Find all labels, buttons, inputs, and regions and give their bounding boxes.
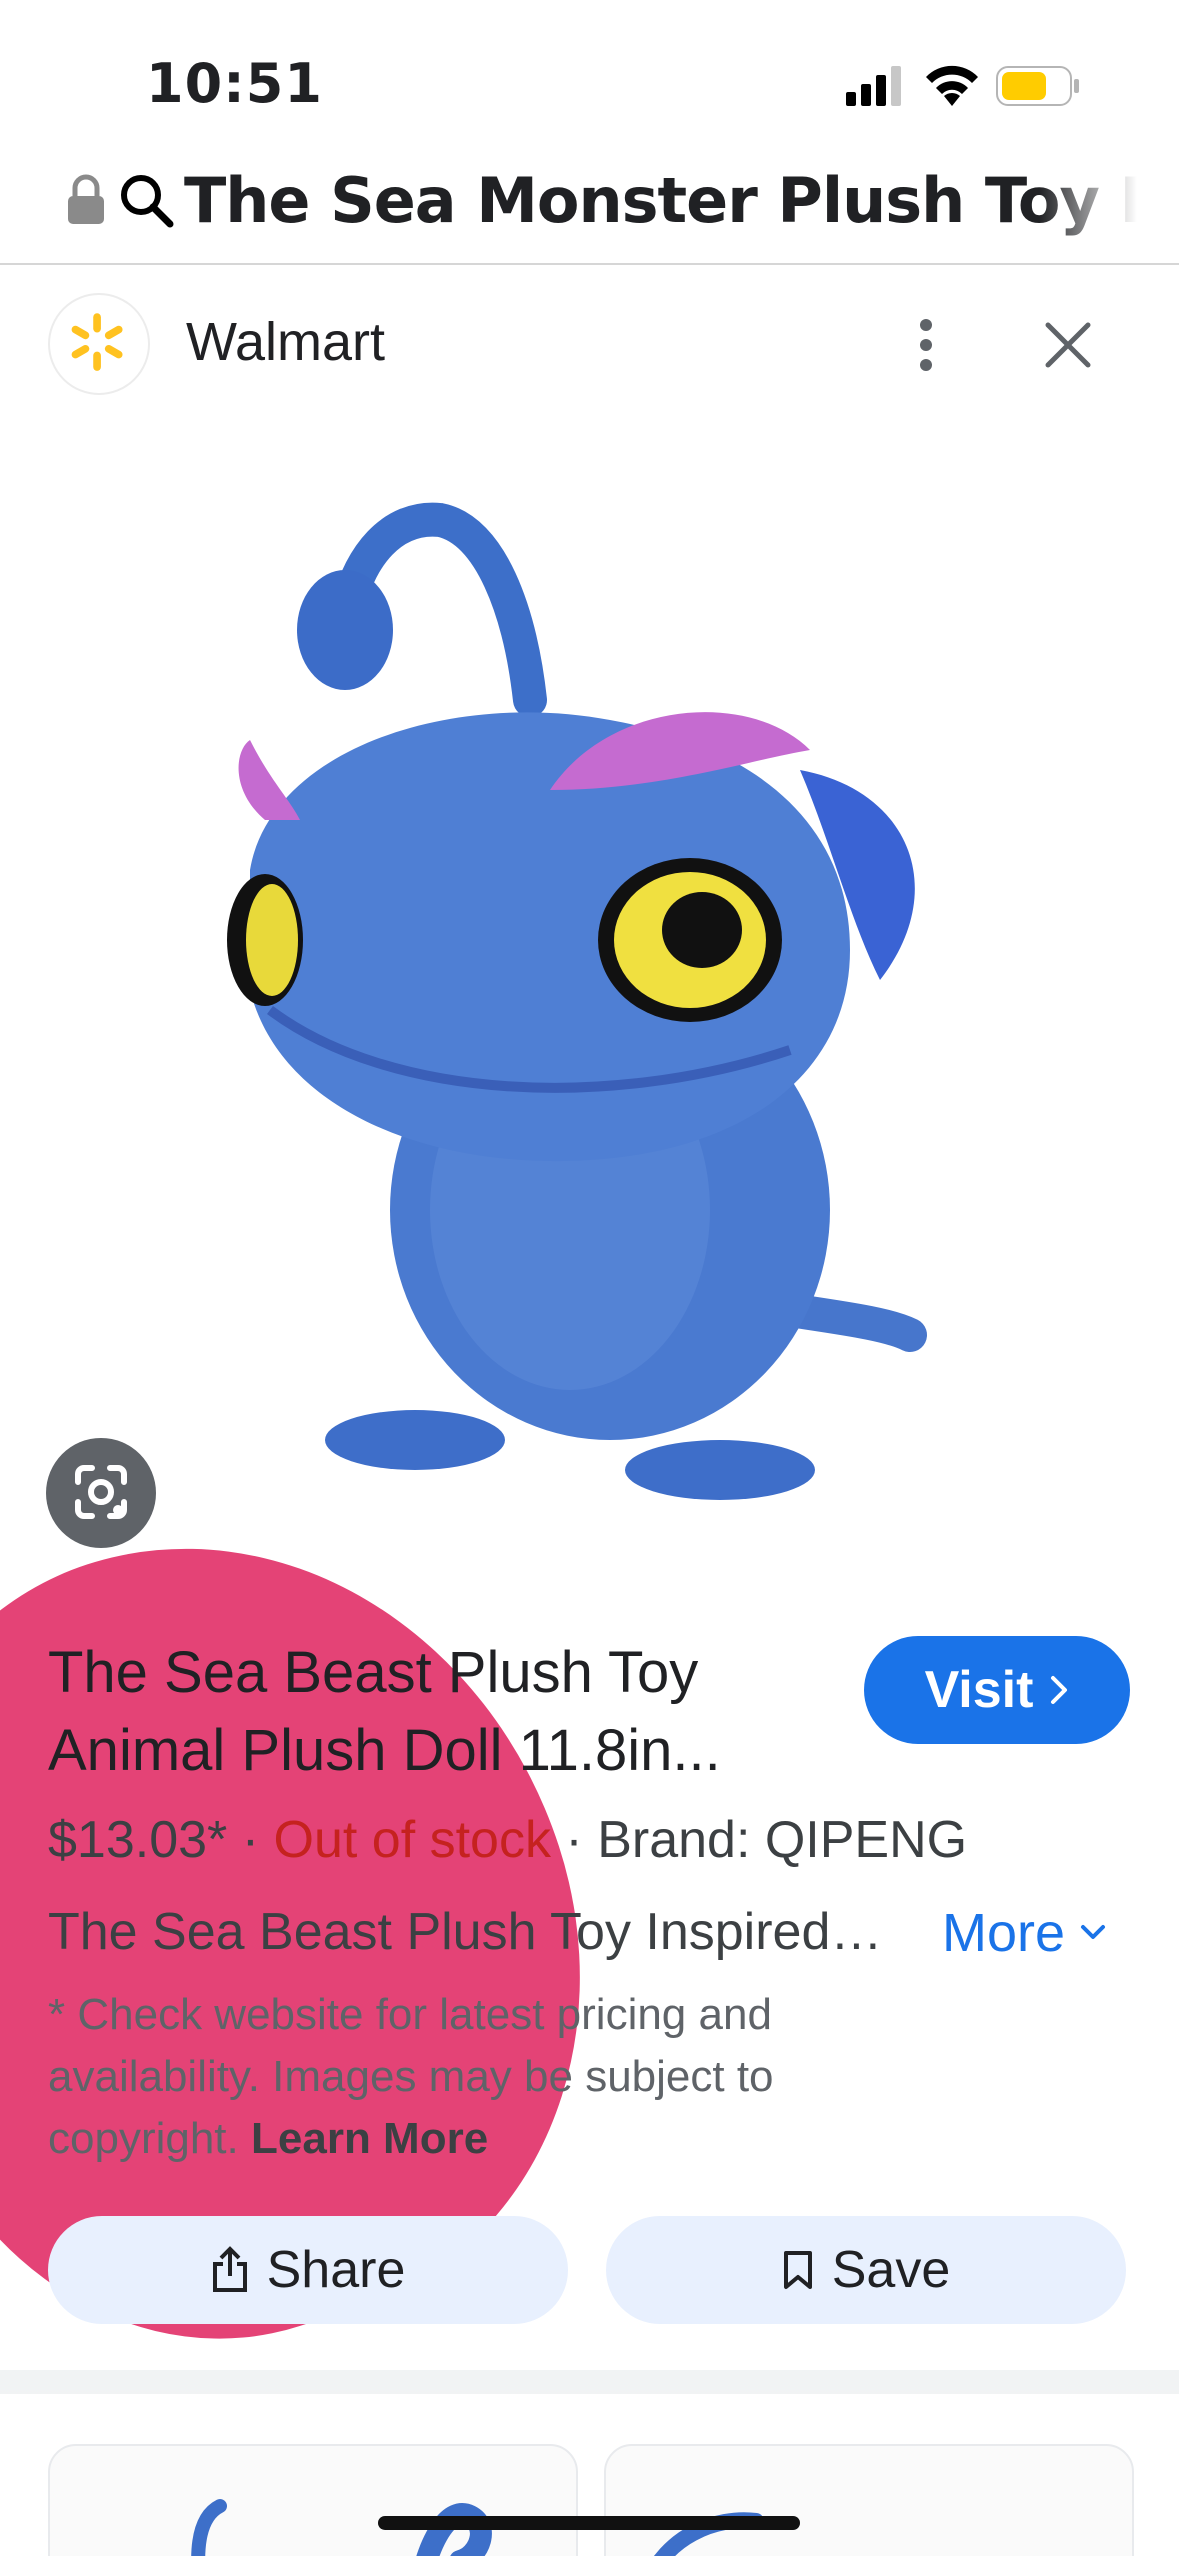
section-divider xyxy=(0,2370,1179,2394)
product-title-line2: Animal Plush Doll 11.8in... xyxy=(48,1718,721,1783)
related-product-image xyxy=(191,2499,492,2556)
url-fade xyxy=(1039,150,1179,263)
chevron-right-icon xyxy=(1051,1676,1068,1704)
more-button[interactable]: More xyxy=(942,1902,1107,1964)
price-row: $13.03* · Out of stock · Brand: QIPENG xyxy=(48,1810,967,1870)
separator: · xyxy=(550,1811,598,1869)
cellular-signal-icon xyxy=(846,66,901,106)
related-result-card[interactable] xyxy=(48,2444,578,2556)
lens-search-button[interactable] xyxy=(46,1438,156,1548)
battery-icon xyxy=(996,66,1079,106)
status-bar: 10:51 xyxy=(0,0,1179,150)
source-name[interactable]: Walmart xyxy=(186,311,385,373)
walmart-logo[interactable] xyxy=(48,293,150,395)
bookmark-icon xyxy=(783,2251,812,2289)
product-image[interactable] xyxy=(190,490,950,1520)
product-title-line1: The Sea Beast Plush Toy xyxy=(48,1640,699,1705)
walmart-spark-icon xyxy=(71,313,123,371)
save-button[interactable]: Save xyxy=(606,2216,1126,2324)
more-vert-icon[interactable] xyxy=(906,317,946,373)
description-row: The Sea Beast Plush Toy Inspired… More xyxy=(48,1902,1138,1972)
visit-label: Visit xyxy=(924,1661,1034,1719)
search-icon xyxy=(121,175,174,228)
description-text: The Sea Beast Plush Toy Inspired… xyxy=(48,1903,883,1961)
disclaimer: * Check website for latest pricing and a… xyxy=(48,1984,948,2170)
home-indicator[interactable] xyxy=(378,2516,800,2530)
related-product-image xyxy=(654,2512,764,2556)
learn-more-link[interactable]: Learn More xyxy=(251,2114,488,2163)
source-header: Walmart xyxy=(0,267,1179,417)
address-bar[interactable]: The Sea Monster Plush Toy Blue xyxy=(0,150,1179,265)
price: $13.03* xyxy=(48,1811,228,1869)
share-label: Share xyxy=(266,2241,406,2299)
share-button[interactable]: Share xyxy=(48,2216,568,2324)
separator: · xyxy=(227,1811,274,1869)
chevron-down-icon xyxy=(1081,1925,1106,1939)
stock-status: Out of stock xyxy=(273,1811,551,1869)
status-time: 10:51 xyxy=(146,52,323,115)
save-label: Save xyxy=(831,2241,951,2299)
visit-button[interactable]: Visit xyxy=(864,1636,1130,1744)
close-icon[interactable] xyxy=(1040,317,1096,373)
more-label: More xyxy=(942,1903,1066,1963)
share-icon xyxy=(212,2246,247,2292)
lock-icon xyxy=(68,174,104,224)
product-title[interactable]: The Sea Beast Plush Toy Animal Plush Dol… xyxy=(48,1634,808,1790)
lens-icon xyxy=(75,1465,127,1519)
url-text[interactable]: The Sea Monster Plush Toy Blue xyxy=(184,164,1179,237)
wifi-icon xyxy=(926,65,978,106)
related-result-card[interactable] xyxy=(604,2444,1134,2556)
brand: Brand: QIPENG xyxy=(597,1811,968,1869)
